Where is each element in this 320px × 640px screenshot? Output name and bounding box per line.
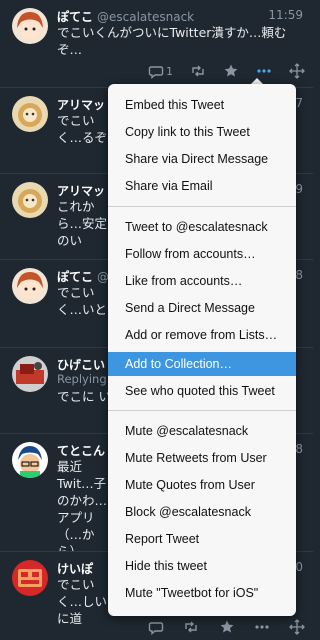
tweet-time: 9	[295, 182, 303, 196]
move-icon	[289, 63, 305, 79]
tweet-actions	[148, 618, 305, 636]
menu-item-add-remove-lists[interactable]: Add or remove from Lists…	[108, 323, 296, 347]
tweet-time: 8	[295, 442, 303, 456]
retweet-button[interactable]	[183, 619, 199, 635]
menu-item-like-from-accounts[interactable]: Like from accounts…	[108, 269, 296, 293]
reply-icon	[148, 622, 164, 635]
tweet-author-name[interactable]: アリマッ	[57, 184, 105, 198]
tweet-header: ぽてこ @escalatesnack 11:59	[57, 8, 303, 24]
more-icon	[255, 625, 269, 629]
menu-item-mute-retweets[interactable]: Mute Retweets from User	[108, 446, 296, 470]
reply-button[interactable]: 1	[148, 63, 173, 79]
tweet-author-name[interactable]: ぽてこ	[57, 270, 93, 284]
menu-item-copy-link[interactable]: Copy link to this Tweet	[108, 120, 296, 144]
tweet-actions: 1	[148, 62, 305, 80]
tweet-author-name[interactable]: ひげこい	[57, 358, 105, 372]
tweet-time: 0	[295, 560, 303, 574]
menu-item-hide-tweet[interactable]: Hide this tweet	[108, 554, 296, 578]
tweet-time: 7	[295, 96, 303, 110]
tweet-text: でこいくんがついにTwitter潰すか…頼むぞ…	[57, 25, 287, 57]
tweet-item[interactable]: ぽてこ @escalatesnack 11:59 でこいくんがついにTwitter…	[0, 0, 313, 88]
tweet-author-handle[interactable]: @escalatesnack	[97, 10, 194, 24]
menu-item-send-dm[interactable]: Send a Direct Message	[108, 296, 296, 320]
favorite-button[interactable]	[219, 619, 235, 635]
menu-item-report-tweet[interactable]: Report Tweet	[108, 527, 296, 551]
tweet-author-name[interactable]: アリマッ	[57, 98, 105, 112]
more-button[interactable]	[256, 63, 272, 79]
avatar[interactable]	[12, 356, 48, 392]
menu-separator	[108, 410, 296, 411]
replying-to: Replying	[57, 372, 107, 386]
tweet-author-name[interactable]: ぽてこ	[57, 10, 93, 24]
tweet-text: これから…安定のい	[57, 199, 108, 248]
move-icon	[289, 619, 305, 635]
menu-item-follow-from-accounts[interactable]: Follow from accounts…	[108, 242, 296, 266]
tweet-text: でこいく…いと	[57, 285, 108, 317]
tweet-time: 8	[295, 268, 303, 282]
menu-item-share-dm[interactable]: Share via Direct Message	[108, 147, 296, 171]
reply-icon	[148, 66, 164, 79]
menu-item-share-email[interactable]: Share via Email	[108, 174, 296, 198]
more-icon	[257, 69, 271, 73]
avatar[interactable]	[12, 182, 48, 218]
avatar[interactable]	[12, 268, 48, 304]
move-button[interactable]	[289, 63, 305, 79]
tweet-author-name[interactable]: てとこん	[57, 444, 105, 458]
tweet-text: でこに い	[57, 389, 111, 404]
menu-item-mute-client[interactable]: Mute "Tweetbot for iOS"	[108, 581, 296, 605]
tweet-author-name[interactable]: けいぽ	[57, 562, 93, 576]
menu-item-tweet-to-user[interactable]: Tweet to @escalatesnack	[108, 215, 296, 239]
more-button[interactable]	[254, 619, 270, 635]
tweet-options-menu: Embed this Tweet Copy link to this Tweet…	[108, 84, 296, 616]
menu-item-see-quotes[interactable]: See who quoted this Tweet	[108, 379, 296, 403]
star-icon	[220, 620, 233, 633]
retweet-icon	[192, 65, 204, 77]
menu-separator	[108, 206, 296, 207]
menu-item-mute-quotes[interactable]: Mute Quotes from User	[108, 473, 296, 497]
menu-item-add-to-collection[interactable]: Add to Collection…	[108, 352, 296, 376]
menu-item-block-user[interactable]: Block @escalatesnack	[108, 500, 296, 524]
avatar[interactable]	[12, 96, 48, 132]
tweet-text: でこいく…るぞ	[57, 113, 108, 145]
avatar[interactable]	[12, 560, 48, 596]
retweet-icon	[185, 621, 197, 633]
reply-button[interactable]	[148, 619, 164, 635]
move-button[interactable]	[289, 619, 305, 635]
star-icon	[224, 64, 238, 77]
tweet-text: 最近Twit…子のかわ…アプリ（…から）	[57, 459, 108, 552]
avatar[interactable]	[12, 442, 48, 478]
tweet-time: 11:59	[268, 8, 303, 22]
tweet-text: でこいく…しいに道	[57, 577, 108, 626]
menu-item-embed-tweet[interactable]: Embed this Tweet	[108, 93, 296, 117]
favorite-button[interactable]	[223, 63, 239, 79]
reply-count: 1	[166, 64, 173, 78]
avatar[interactable]	[12, 8, 48, 44]
retweet-button[interactable]	[190, 63, 206, 79]
menu-item-mute-user[interactable]: Mute @escalatesnack	[108, 419, 296, 443]
